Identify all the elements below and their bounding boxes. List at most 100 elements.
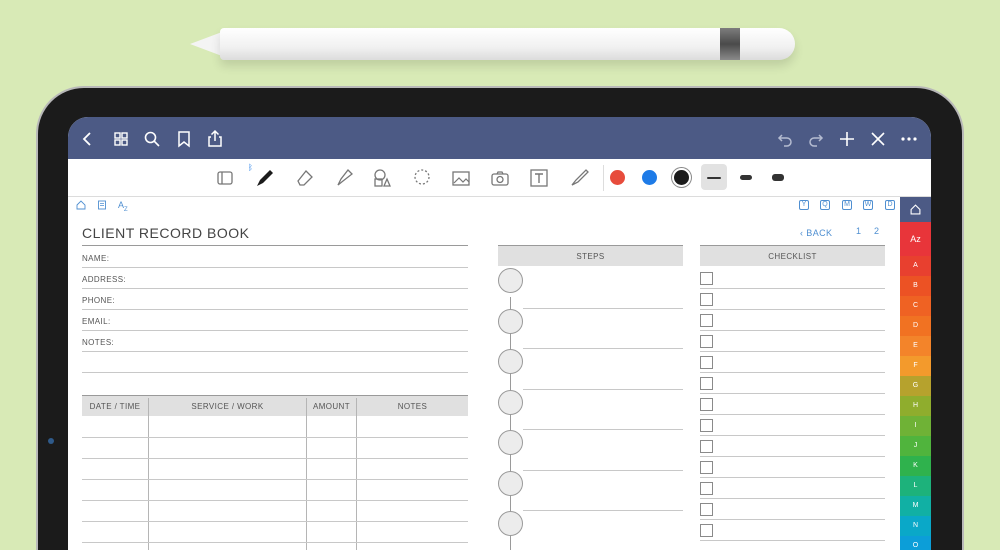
table-row[interactable]	[82, 458, 468, 459]
year-link[interactable]: Y	[799, 200, 809, 210]
share-icon[interactable]	[205, 129, 225, 149]
table-row[interactable]	[82, 542, 468, 543]
checklist-checkbox[interactable]	[700, 419, 713, 432]
az-icon[interactable]: AZ	[118, 200, 128, 213]
table-row[interactable]	[82, 500, 468, 501]
tab-b[interactable]: B	[900, 276, 931, 296]
shapes-tool-icon[interactable]	[371, 167, 393, 189]
color-black-swatch[interactable]	[674, 170, 689, 185]
checklist-row[interactable]	[700, 435, 885, 436]
checklist-checkbox[interactable]	[700, 335, 713, 348]
day-link[interactable]: D	[885, 200, 895, 210]
checklist-checkbox[interactable]	[700, 461, 713, 474]
tab-g[interactable]: G	[900, 376, 931, 396]
month-link[interactable]: M	[842, 200, 852, 210]
field-email[interactable]: EMAIL:	[82, 310, 468, 331]
checklist-row[interactable]	[700, 309, 885, 310]
checklist-checkbox[interactable]	[700, 482, 713, 495]
step-row[interactable]	[523, 348, 683, 349]
pen-size-thick[interactable]	[772, 174, 784, 181]
text-tool-icon[interactable]	[528, 167, 550, 189]
highlighter-tool-icon[interactable]	[333, 167, 355, 189]
notebook-icon[interactable]	[97, 200, 107, 211]
plus-icon[interactable]	[837, 129, 857, 149]
checklist-row[interactable]	[700, 393, 885, 394]
checklist-row[interactable]	[700, 288, 885, 289]
pen-size-thin[interactable]	[707, 177, 721, 179]
tab-l[interactable]: L	[900, 476, 931, 496]
tab-c[interactable]: C	[900, 296, 931, 316]
checklist-row[interactable]	[700, 351, 885, 352]
checklist-row[interactable]	[700, 519, 885, 520]
step-circle[interactable]	[498, 430, 523, 455]
tab-home[interactable]	[900, 197, 931, 222]
undo-icon[interactable]	[775, 129, 795, 149]
checklist-checkbox[interactable]	[700, 272, 713, 285]
checklist-checkbox[interactable]	[700, 398, 713, 411]
checklist-checkbox[interactable]	[700, 356, 713, 369]
step-circle[interactable]	[498, 471, 523, 496]
camera-tool-icon[interactable]	[489, 167, 511, 189]
step-circle[interactable]	[498, 511, 523, 536]
redo-icon[interactable]	[806, 129, 826, 149]
tab-h[interactable]: H	[900, 396, 931, 416]
checklist-row[interactable]	[700, 498, 885, 499]
checklist-row[interactable]	[700, 372, 885, 373]
grid-icon[interactable]	[111, 129, 131, 149]
field-name[interactable]: NAME:	[82, 247, 468, 268]
image-tool-icon[interactable]	[450, 167, 472, 189]
checklist-checkbox[interactable]	[700, 314, 713, 327]
tab-o[interactable]: O	[900, 536, 931, 550]
field-phone[interactable]: PHONE:	[82, 289, 468, 310]
tab-d[interactable]: D	[900, 316, 931, 336]
tab-m[interactable]: M	[900, 496, 931, 516]
brush-tool-icon[interactable]	[568, 167, 590, 189]
quarter-link[interactable]: Q	[820, 200, 830, 210]
week-link[interactable]: W	[863, 200, 873, 210]
tab-e[interactable]: E	[900, 336, 931, 356]
pen-tool-icon[interactable]	[254, 167, 276, 189]
back-icon[interactable]	[78, 129, 98, 149]
color-red-swatch[interactable]	[610, 170, 625, 185]
step-row[interactable]	[523, 308, 683, 309]
back-link[interactable]: ‹ BACK	[800, 228, 832, 238]
checklist-checkbox[interactable]	[700, 440, 713, 453]
step-circle[interactable]	[498, 268, 523, 293]
field-address[interactable]: ADDRESS:	[82, 268, 468, 289]
step-row[interactable]	[523, 429, 683, 430]
eraser-tool-icon[interactable]	[294, 167, 316, 189]
checklist-row[interactable]	[700, 540, 885, 541]
step-row[interactable]	[523, 510, 683, 511]
table-row[interactable]	[82, 437, 468, 438]
table-row[interactable]	[82, 479, 468, 480]
field-notes-extra-line[interactable]	[82, 352, 468, 373]
checklist-checkbox[interactable]	[700, 293, 713, 306]
more-icon[interactable]	[899, 129, 919, 149]
tab-a[interactable]: A	[900, 256, 931, 276]
checklist-checkbox[interactable]	[700, 503, 713, 516]
page-link-1[interactable]: 1	[856, 226, 861, 236]
checklist-row[interactable]	[700, 414, 885, 415]
document-tool-icon[interactable]	[214, 167, 236, 189]
checklist-row[interactable]	[700, 456, 885, 457]
pen-size-medium[interactable]	[740, 175, 752, 180]
tab-az[interactable]: Az	[900, 222, 931, 256]
step-circle[interactable]	[498, 390, 523, 415]
tab-n[interactable]: N	[900, 516, 931, 536]
tab-k[interactable]: K	[900, 456, 931, 476]
tab-j[interactable]: J	[900, 436, 931, 456]
color-blue-swatch[interactable]	[642, 170, 657, 185]
step-circle[interactable]	[498, 349, 523, 374]
home-icon[interactable]	[76, 200, 86, 211]
search-icon[interactable]	[142, 129, 162, 149]
table-row[interactable]	[82, 521, 468, 522]
checklist-checkbox[interactable]	[700, 377, 713, 390]
close-icon[interactable]	[868, 129, 888, 149]
step-row[interactable]	[523, 389, 683, 390]
checklist-row[interactable]	[700, 477, 885, 478]
tab-f[interactable]: F	[900, 356, 931, 376]
step-circle[interactable]	[498, 309, 523, 334]
lasso-tool-icon[interactable]	[411, 167, 433, 189]
checklist-checkbox[interactable]	[700, 524, 713, 537]
field-notes[interactable]: NOTES:	[82, 331, 468, 352]
